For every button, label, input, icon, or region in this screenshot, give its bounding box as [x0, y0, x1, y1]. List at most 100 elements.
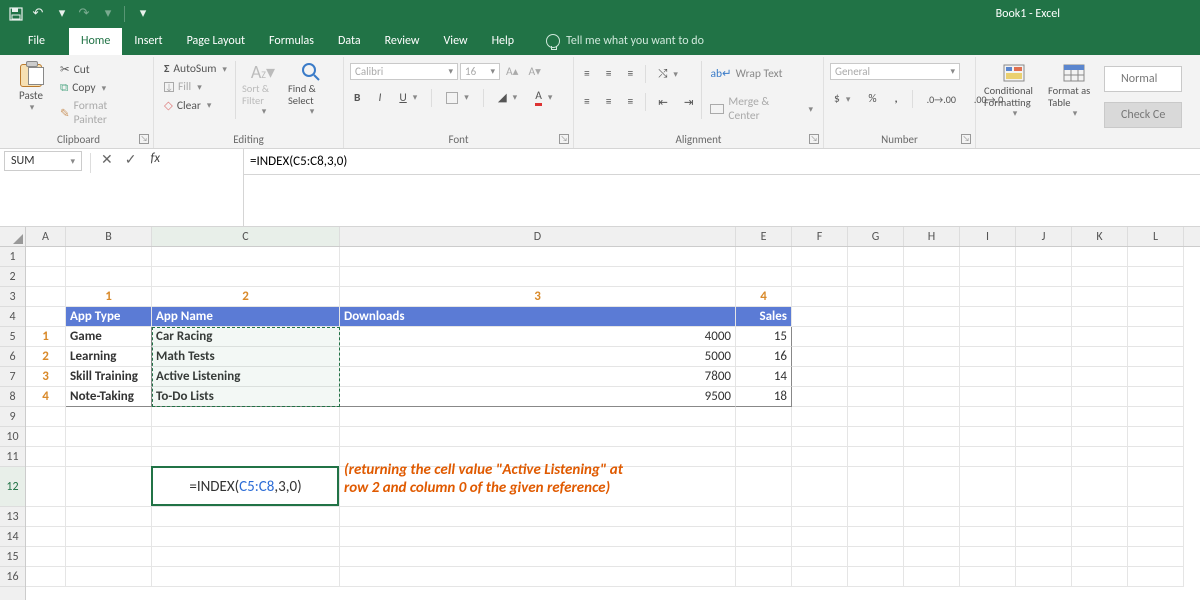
cell[interactable]: App Type [66, 307, 152, 327]
align-center-button[interactable]: ≡ [602, 94, 616, 110]
cell[interactable]: 18 [736, 387, 792, 407]
cell[interactable] [792, 447, 848, 467]
cell[interactable] [960, 527, 1016, 547]
cell[interactable]: 1 [26, 327, 66, 347]
column-header-I[interactable]: I [960, 227, 1016, 246]
cell[interactable]: Skill Training [66, 367, 152, 387]
cell[interactable] [960, 267, 1016, 287]
row-header-1[interactable]: 1 [0, 247, 25, 267]
cell[interactable]: Learning [66, 347, 152, 367]
autosum-button[interactable]: ΣAutoSum▾ [160, 61, 231, 77]
align-top-button[interactable]: ≡ [580, 66, 594, 82]
cell[interactable] [66, 427, 152, 447]
fx-button[interactable]: fx [142, 151, 168, 166]
column-header-D[interactable]: D [340, 227, 736, 246]
borders-button[interactable]: ▾ [442, 91, 473, 105]
cell[interactable]: Active Listening [152, 367, 340, 387]
cell[interactable] [26, 407, 66, 427]
align-right-button[interactable]: ≡ [623, 94, 637, 110]
cell[interactable]: To-Do Lists [152, 387, 340, 407]
alignment-dialog-launcher[interactable]: ↘ [809, 134, 819, 144]
tab-help[interactable]: Help [480, 28, 527, 55]
row-header-4[interactable]: 4 [0, 307, 25, 327]
cell[interactable]: 3 [340, 287, 736, 307]
cell[interactable] [340, 567, 736, 587]
cell[interactable]: Sales [736, 307, 792, 327]
cell[interactable] [66, 467, 152, 507]
cell[interactable] [26, 547, 66, 567]
cell[interactable] [848, 247, 904, 267]
cell[interactable] [340, 267, 736, 287]
clipboard-dialog-launcher[interactable]: ↘ [139, 134, 149, 144]
cell[interactable] [848, 287, 904, 307]
cell[interactable] [26, 507, 66, 527]
cell[interactable] [904, 447, 960, 467]
cell[interactable] [1072, 507, 1128, 527]
qat-customize-icon[interactable]: ▾ [135, 6, 151, 22]
cell[interactable] [1128, 247, 1184, 267]
cell[interactable] [1128, 307, 1184, 327]
cell[interactable] [904, 467, 960, 507]
cell[interactable] [792, 347, 848, 367]
cell[interactable] [960, 547, 1016, 567]
row-header-5[interactable]: 5 [0, 327, 25, 347]
cell[interactable]: Math Tests [152, 347, 340, 367]
cell[interactable] [26, 567, 66, 587]
cell[interactable] [1072, 307, 1128, 327]
cell[interactable] [904, 567, 960, 587]
cell[interactable]: (returning the cell value "Active Listen… [340, 467, 736, 507]
find-select-button[interactable]: Find & Select▾ [286, 59, 336, 134]
cell[interactable] [960, 287, 1016, 307]
cell[interactable] [960, 327, 1016, 347]
number-format-combo[interactable]: General▾ [830, 63, 960, 80]
cell[interactable] [736, 467, 792, 507]
cell[interactable] [1016, 287, 1072, 307]
tab-formulas[interactable]: Formulas [257, 28, 326, 55]
row-header-3[interactable]: 3 [0, 287, 25, 307]
cell[interactable] [26, 427, 66, 447]
cell[interactable] [736, 407, 792, 427]
cell[interactable] [792, 287, 848, 307]
align-left-button[interactable]: ≡ [580, 94, 594, 110]
cell[interactable] [848, 527, 904, 547]
cell[interactable] [340, 407, 736, 427]
cell[interactable] [848, 327, 904, 347]
cell[interactable] [1016, 467, 1072, 507]
cell[interactable] [1016, 447, 1072, 467]
cell[interactable] [1128, 547, 1184, 567]
cell[interactable] [1072, 547, 1128, 567]
column-header-J[interactable]: J [1016, 227, 1072, 246]
cell[interactable] [1072, 467, 1128, 507]
cell[interactable] [1016, 527, 1072, 547]
cell[interactable] [1072, 407, 1128, 427]
cell[interactable] [66, 407, 152, 427]
cell[interactable] [152, 527, 340, 547]
font-dialog-launcher[interactable]: ↘ [559, 134, 569, 144]
tab-page-layout[interactable]: Page Layout [175, 28, 257, 55]
row-header-16[interactable]: 16 [0, 567, 25, 587]
cell[interactable] [340, 507, 736, 527]
cell[interactable] [1072, 347, 1128, 367]
cell[interactable] [736, 447, 792, 467]
cell[interactable] [1072, 247, 1128, 267]
cell[interactable] [904, 527, 960, 547]
cell[interactable] [26, 527, 66, 547]
cell[interactable] [152, 507, 340, 527]
tab-home[interactable]: Home [69, 28, 122, 55]
clear-button[interactable]: ◇Clear▾ [160, 97, 231, 114]
merge-center-button[interactable]: Merge & Center▾ [706, 94, 817, 124]
cell[interactable] [904, 247, 960, 267]
row-header-15[interactable]: 15 [0, 547, 25, 567]
cell[interactable] [904, 407, 960, 427]
spreadsheet-grid[interactable]: ABCDEFGHIJKL 12345678910111213141516 123… [0, 227, 1200, 600]
cell[interactable]: 4 [26, 387, 66, 407]
cell[interactable] [1072, 427, 1128, 447]
cell[interactable] [960, 387, 1016, 407]
cell[interactable] [1016, 327, 1072, 347]
font-size-combo[interactable]: 16▾ [460, 63, 500, 80]
cell[interactable] [792, 527, 848, 547]
cell[interactable] [736, 507, 792, 527]
cell[interactable] [736, 247, 792, 267]
cell[interactable] [1128, 567, 1184, 587]
cell[interactable] [66, 447, 152, 467]
